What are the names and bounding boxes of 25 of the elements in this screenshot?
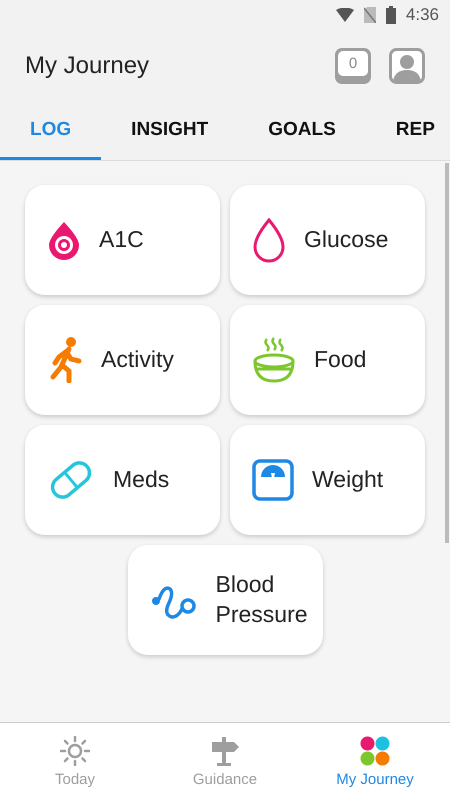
log-card[interactable]: Food [230,305,425,415]
battery-icon [386,6,396,24]
log-card[interactable]: Activity [25,305,220,415]
no-sim-icon [364,7,376,23]
status-time: 4:36 [406,5,439,25]
log-card[interactable]: Glucose [230,185,425,295]
signpost-icon [210,736,240,766]
log-card[interactable]: Weight [230,425,425,535]
tab[interactable]: REP [366,102,435,160]
four-dots-icon [360,736,390,766]
drop-target-icon [47,220,81,260]
log-card[interactable]: Meds [25,425,220,535]
log-card[interactable]: Blood Pressure [128,545,322,655]
tab[interactable]: INSIGHT [101,102,238,160]
log-card[interactable]: A1C [25,185,220,295]
tab[interactable]: GOALS [238,102,366,160]
profile-icon[interactable] [389,48,425,84]
bowl-icon [252,337,296,383]
nav-tab[interactable]: My Journey [300,723,450,800]
scale-icon [252,459,294,501]
drop-icon [252,217,286,263]
page-title: My Journey [25,52,150,80]
wifi-icon [336,8,354,22]
sun-icon [60,736,90,766]
notifications-button[interactable]: 0 [335,48,371,84]
